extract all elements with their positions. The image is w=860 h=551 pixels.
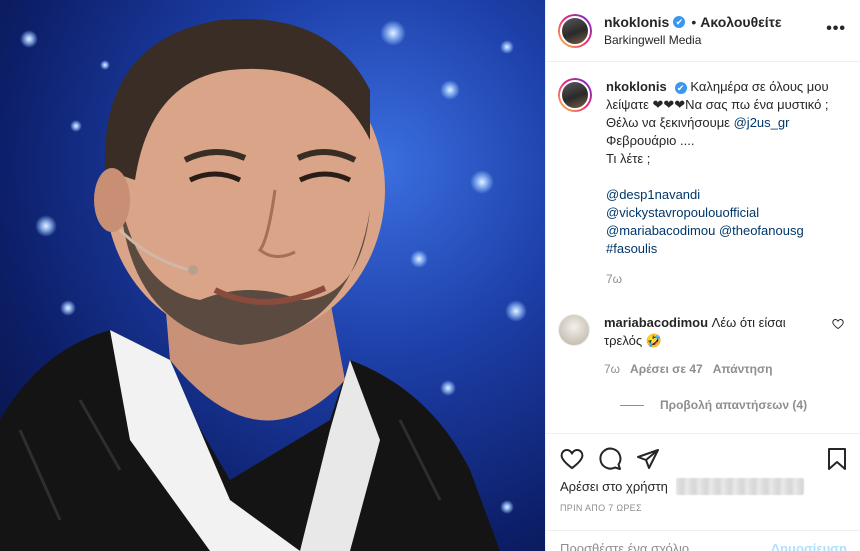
blurred-username	[675, 478, 804, 495]
likes-summary[interactable]: Αρέσει στο χρήστη	[560, 478, 849, 495]
view-replies-button[interactable]: Προβολή απαντήσεων (4)	[620, 398, 844, 412]
author-avatar[interactable]	[558, 13, 592, 48]
comment-like-heart-icon[interactable]	[832, 318, 844, 330]
caption-username[interactable]: nkoklonis	[606, 79, 667, 94]
mention-link[interactable]: @mariabacodimou	[606, 223, 715, 238]
caption-text: Τι λέτε ;	[606, 151, 651, 166]
mention-link[interactable]: @j2us_gr	[734, 115, 790, 130]
person-figure	[0, 18, 500, 551]
comment-composer: Δημοσίευση	[546, 530, 860, 551]
verified-icon: ✔	[673, 16, 686, 28]
caption-age[interactable]: 7ω	[606, 270, 831, 288]
share-icon[interactable]	[636, 447, 660, 471]
action-bar: Αρέσει στο χρήστη ΠΡΙΝ ΑΠΟ 7 ΩΡΕΣ	[546, 433, 860, 513]
location-link[interactable]: Barkingwell Media	[604, 33, 782, 47]
reply-button[interactable]: Απάντηση	[713, 360, 773, 378]
comments-section: nkoklonis ✔ Καλημέρα σε όλους μου λείψατε…	[546, 62, 860, 433]
caption-avatar[interactable]	[558, 78, 592, 112]
comment-icon[interactable]	[598, 447, 622, 471]
bookmark-icon[interactable]	[825, 447, 849, 471]
post-header: nkoklonis ✔ • Ακολουθείτε Barkingwell Me…	[546, 0, 860, 62]
view-replies-label: Προβολή απαντήσεων (4)	[660, 398, 808, 412]
caption: nkoklonis ✔ Καλημέρα σε όλους μου λείψατε…	[558, 78, 844, 288]
mention-link[interactable]: @vickystavropoulouofficial	[606, 205, 759, 220]
post-comment-button[interactable]: Δημοσίευση	[771, 541, 847, 551]
post-side-panel: nkoklonis ✔ • Ακολουθείτε Barkingwell Me…	[545, 0, 860, 551]
mention-link[interactable]: @theofanousg	[719, 223, 804, 238]
post-timestamp[interactable]: ΠΡΙΝ ΑΠΟ 7 ΩΡΕΣ	[560, 503, 849, 513]
follow-status-button[interactable]: Ακολουθείτε	[700, 14, 781, 30]
heart-icon[interactable]	[560, 447, 584, 471]
verified-icon: ✔	[674, 82, 687, 94]
separator-dot: •	[691, 14, 697, 30]
more-options-icon[interactable]: •••	[826, 20, 846, 38]
caption-text: Φεβρουάριο ....	[606, 133, 695, 148]
author-username[interactable]: nkoklonis	[604, 14, 669, 30]
hashtag-link[interactable]: #fasoulis	[606, 241, 657, 256]
comment-age[interactable]: 7ω	[604, 360, 620, 378]
liked-by-text: Αρέσει στο χρήστη	[560, 479, 668, 494]
comment-item: mariabacodimou Λέω ότι είσαι τρελός 🤣 7ω…	[558, 314, 844, 378]
post-photo[interactable]	[0, 0, 545, 551]
comment-input[interactable]	[560, 541, 760, 551]
comment-likes[interactable]: Αρέσει σε 47	[630, 360, 703, 378]
mention-link[interactable]: @desp1navandi	[606, 187, 700, 202]
commenter-avatar[interactable]	[558, 314, 590, 346]
commenter-username[interactable]: mariabacodimou	[604, 315, 708, 330]
